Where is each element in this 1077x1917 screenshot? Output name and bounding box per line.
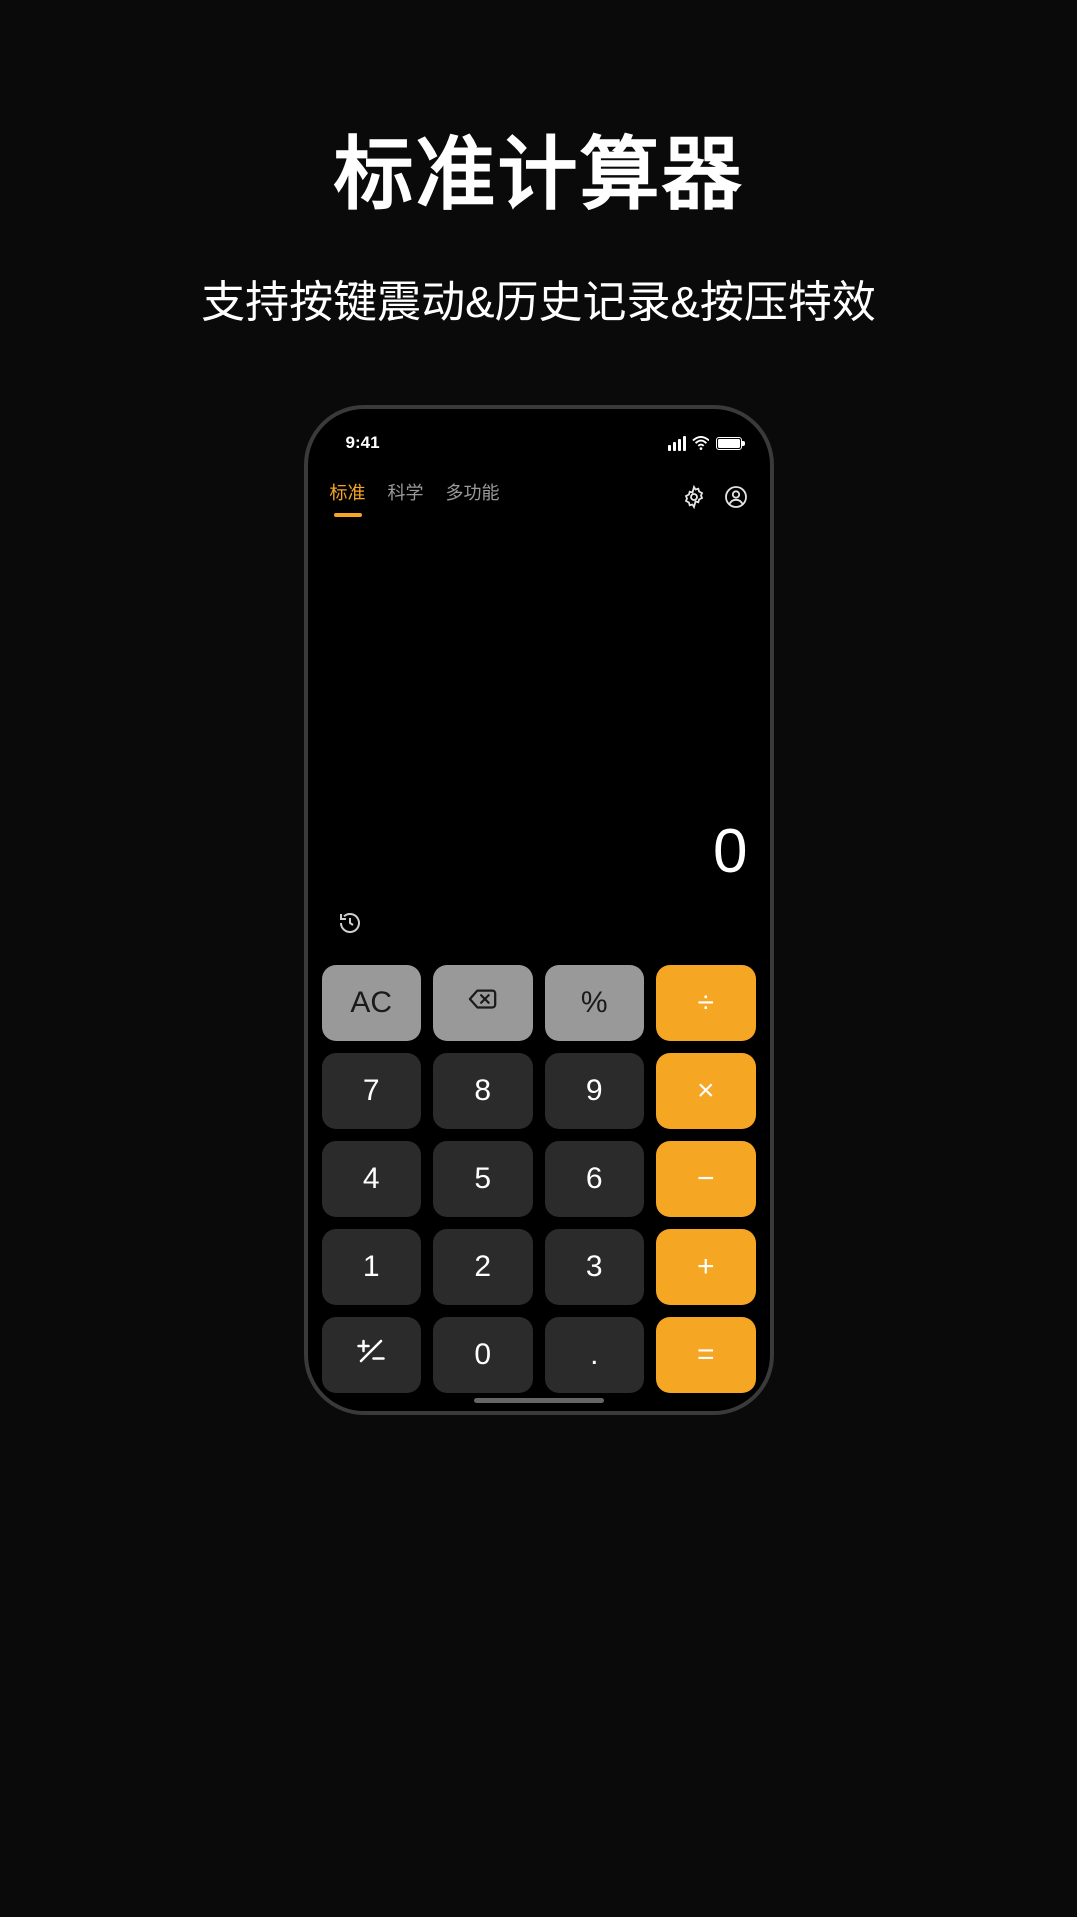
key-8[interactable]: 8 — [433, 1053, 533, 1129]
subheadline: 支持按键震动&历史记录&按压特效 — [201, 266, 876, 330]
key-decimal[interactable]: . — [545, 1317, 645, 1393]
key-3[interactable]: 3 — [545, 1229, 645, 1305]
home-indicator[interactable] — [474, 1398, 604, 1403]
display-value: 0 — [330, 816, 748, 887]
wifi-icon — [692, 436, 710, 450]
key-0[interactable]: 0 — [433, 1317, 533, 1393]
key-plus[interactable]: + — [656, 1229, 756, 1305]
profile-icon[interactable] — [724, 485, 748, 509]
key-sign[interactable] — [322, 1317, 422, 1393]
key-4[interactable]: 4 — [322, 1141, 422, 1217]
key-9[interactable]: 9 — [545, 1053, 645, 1129]
history-icon[interactable] — [338, 911, 362, 935]
header-icons — [682, 485, 748, 509]
tab-scientific[interactable]: 科学 — [388, 479, 424, 515]
phone-frame: 9:41 标准 科学 多功能 — [304, 405, 774, 1415]
keypad: AC % ÷ 7 8 9 × 4 5 6 − 1 2 — [308, 955, 770, 1411]
key-6[interactable]: 6 — [545, 1141, 645, 1217]
tab-multifunction[interactable]: 多功能 — [446, 479, 500, 515]
key-7[interactable]: 7 — [322, 1053, 422, 1129]
tabs-row: 标准 科学 多功能 — [308, 457, 770, 515]
key-5[interactable]: 5 — [433, 1141, 533, 1217]
key-multiply[interactable]: × — [656, 1053, 756, 1129]
battery-icon — [716, 437, 742, 450]
key-ac[interactable]: AC — [322, 965, 422, 1041]
plus-minus-icon — [356, 1336, 386, 1374]
key-1[interactable]: 1 — [322, 1229, 422, 1305]
tab-standard[interactable]: 标准 — [330, 479, 366, 515]
status-bar: 9:41 — [308, 409, 770, 457]
key-backspace[interactable] — [433, 965, 533, 1041]
status-time: 9:41 — [346, 433, 380, 453]
display-area: 0 — [308, 515, 770, 955]
key-equals[interactable]: = — [656, 1317, 756, 1393]
backspace-icon — [468, 984, 498, 1022]
key-percent[interactable]: % — [545, 965, 645, 1041]
cellular-signal-icon — [668, 436, 686, 451]
key-divide[interactable]: ÷ — [656, 965, 756, 1041]
status-indicators — [668, 436, 742, 451]
key-2[interactable]: 2 — [433, 1229, 533, 1305]
settings-icon[interactable] — [682, 485, 706, 509]
key-minus[interactable]: − — [656, 1141, 756, 1217]
mode-tabs: 标准 科学 多功能 — [330, 479, 500, 515]
headline: 标准计算器 — [334, 110, 744, 226]
